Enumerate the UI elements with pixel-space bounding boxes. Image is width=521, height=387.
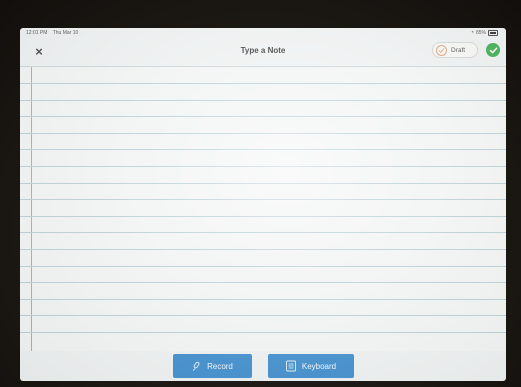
navigation-bar: × Type a Note Draft [20, 38, 506, 67]
checkmark-icon [489, 46, 497, 54]
record-button[interactable]: Record [172, 354, 252, 378]
status-bar: 12:01 PM Thu Mar 10 ◔ 85% [20, 28, 506, 38]
draft-button[interactable]: Draft [432, 42, 478, 58]
note-text-area[interactable] [36, 67, 500, 351]
draft-label: Draft [451, 46, 466, 54]
status-time: 12:01 PM [26, 30, 48, 36]
note-paper [20, 67, 506, 351]
status-left: 12:01 PM Thu Mar 10 [26, 28, 82, 38]
margin-line [31, 67, 32, 351]
keyboard-button[interactable]: Keyboard [267, 354, 354, 378]
done-button[interactable] [486, 43, 500, 57]
draft-check-icon [436, 44, 447, 56]
keyboard-label: Keyboard [301, 361, 337, 371]
battery-percent: 85% [475, 30, 486, 36]
record-label: Record [207, 361, 233, 371]
status-right: ◔ 85% [470, 28, 498, 38]
wifi-icon: ◔ [470, 30, 474, 36]
tablet-screen: 12:01 PM Thu Mar 10 ◔ 85% × Type a Note … [20, 28, 506, 381]
status-date: Thu Mar 10 [52, 30, 79, 36]
bottom-toolbar: Record Keyboard [20, 351, 506, 381]
keyboard-icon [285, 360, 296, 372]
battery-icon [488, 30, 498, 36]
microphone-icon [192, 361, 200, 371]
